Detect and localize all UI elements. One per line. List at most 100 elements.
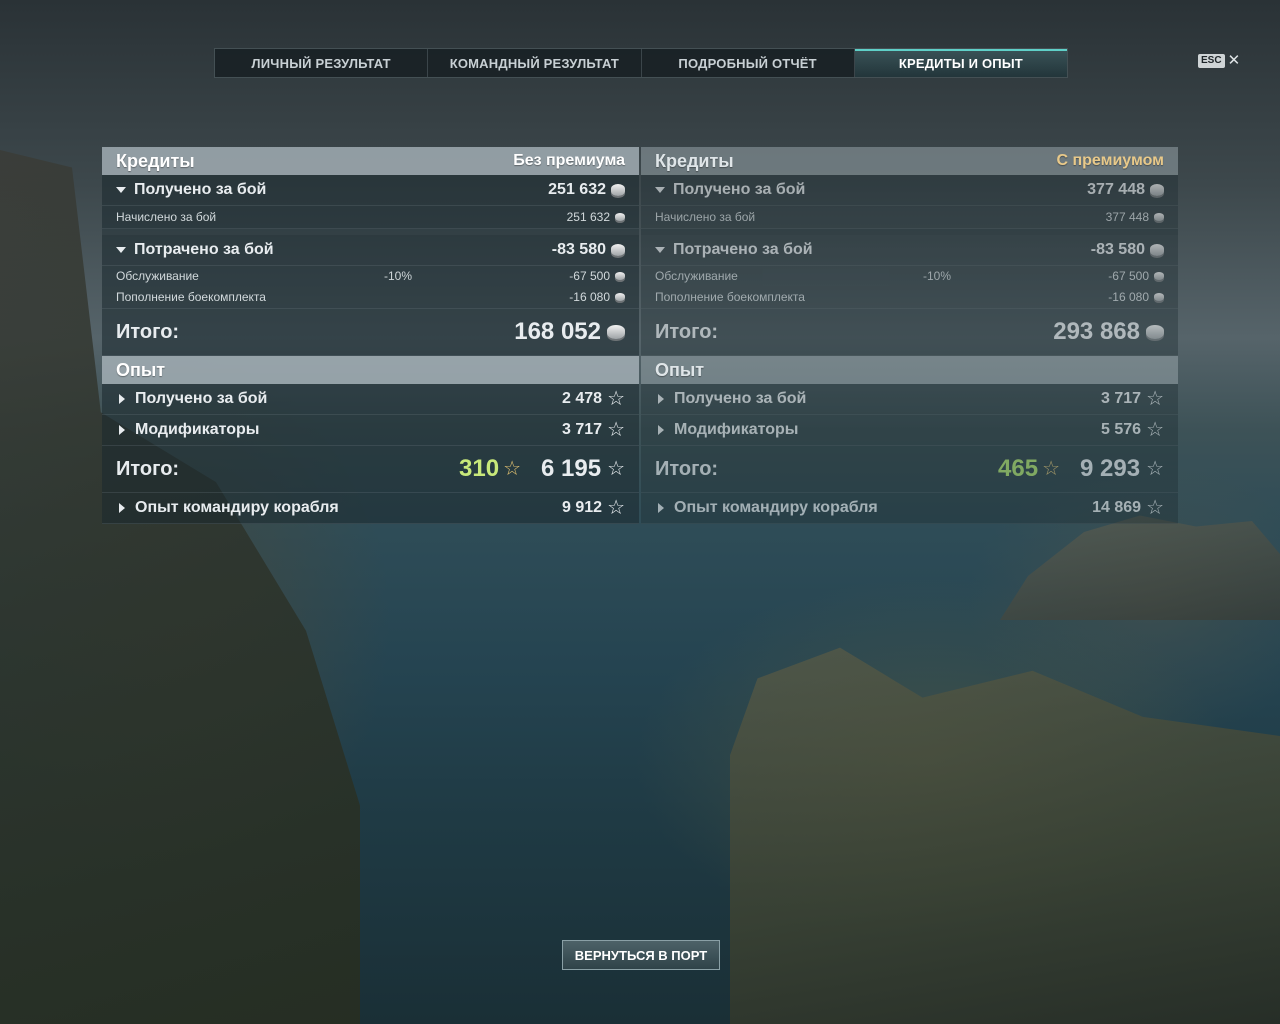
close-button[interactable]: ESC ✕: [1198, 52, 1241, 69]
credits-spent-value: -83 580: [551, 241, 606, 258]
background-rock-far: [1000, 515, 1280, 620]
tab-credits-and-xp[interactable]: КРЕДИТЫ И ОПЫТ: [854, 49, 1067, 77]
credits-total-label: Итого:: [116, 320, 180, 343]
credits-header: Кредиты Без премиума: [102, 147, 639, 175]
triangle-down-icon: [116, 187, 126, 193]
coin-icon: [615, 213, 625, 221]
free-xp-star-icon: ☆: [503, 458, 521, 480]
coin-icon: [611, 184, 625, 196]
coin-icon: [1150, 184, 1164, 196]
commander-xp-label: Опыт командиру корабля: [674, 499, 878, 516]
star-icon: ☆: [607, 388, 625, 410]
xp-header: Опыт: [102, 356, 639, 384]
tab-personal-result[interactable]: ЛИЧНЫЙ РЕЗУЛЬТАТ: [215, 49, 429, 77]
commander-xp-value: 14 869: [1092, 499, 1142, 516]
star-icon: ☆: [1146, 497, 1164, 519]
ammo-cost-label: Пополнение боекомплекта: [655, 290, 805, 304]
credits-spent-value: -83 580: [1090, 241, 1145, 258]
star-icon: ☆: [1146, 388, 1164, 410]
triangle-right-icon: [658, 394, 664, 404]
xp-earned-label: Получено за бой: [674, 390, 807, 407]
commander-xp-row[interactable]: Опыт командиру корабля 14 869 ☆: [641, 493, 1178, 524]
xp-modifiers-row[interactable]: Модификаторы 3 717 ☆: [102, 415, 639, 446]
xp-total-label: Итого:: [116, 457, 180, 480]
return-to-port-button[interactable]: ВЕРНУТЬСЯ В ПОРТ: [562, 940, 720, 970]
service-cost-value: -67 500: [569, 269, 610, 283]
credits-earned-row[interactable]: Получено за бой 251 632: [102, 175, 639, 206]
xp-modifiers-label: Модификаторы: [135, 421, 260, 438]
close-icon: ✕: [1227, 52, 1241, 69]
credits-total-label: Итого:: [655, 320, 719, 343]
premium-mode-label: Без премиума: [513, 152, 625, 169]
commander-xp-label: Опыт командиру корабля: [135, 499, 339, 516]
triangle-down-icon: [655, 247, 665, 253]
credits-earned-value: 377 448: [1087, 181, 1145, 198]
coin-icon: [607, 325, 625, 339]
triangle-down-icon: [116, 247, 126, 253]
free-xp-star-icon: ☆: [1042, 458, 1060, 480]
triangle-right-icon: [119, 503, 125, 513]
xp-total-row: Итого: 465 ☆ 9 293 ☆: [641, 446, 1178, 493]
ammo-cost-row: Пополнение боекомплекта -16 080: [102, 286, 639, 309]
ammo-cost-value: -16 080: [569, 290, 610, 304]
coin-icon: [1146, 325, 1164, 339]
free-xp-value: 310: [459, 455, 500, 482]
credits-total-value: 168 052: [514, 318, 601, 345]
coin-icon: [615, 293, 625, 301]
service-cost-row: Обслуживание -10% -67 500: [641, 266, 1178, 286]
credits-accrued-label: Начислено за бой: [116, 210, 217, 224]
xp-earned-row[interactable]: Получено за бой 3 717 ☆: [641, 384, 1178, 415]
xp-total-row: Итого: 310 ☆ 6 195 ☆: [102, 446, 639, 493]
service-discount: -10%: [923, 269, 952, 283]
xp-header: Опыт: [641, 356, 1178, 384]
triangle-right-icon: [119, 425, 125, 435]
star-icon: ☆: [1146, 419, 1164, 441]
credits-title: Кредиты: [655, 150, 734, 171]
xp-earned-value: 3 717: [1101, 390, 1142, 407]
credits-earned-label: Получено за бой: [134, 181, 267, 198]
credits-accrued-row: Начислено за бой 251 632: [102, 206, 639, 229]
credits-total-row: Итого: 168 052: [102, 309, 639, 356]
column-no-premium: Кредиты Без премиума Получено за бой 251…: [102, 147, 639, 524]
triangle-right-icon: [658, 425, 664, 435]
credits-title: Кредиты: [116, 150, 195, 171]
xp-title: Опыт: [116, 359, 166, 380]
coin-icon: [1154, 293, 1164, 301]
xp-total-value: 6 195: [541, 455, 602, 482]
coin-icon: [1154, 213, 1164, 221]
ammo-cost-row: Пополнение боекомплекта -16 080: [641, 286, 1178, 309]
service-cost-label: Обслуживание: [116, 269, 199, 283]
xp-modifiers-label: Модификаторы: [674, 421, 799, 438]
credits-accrued-value: 251 632: [566, 210, 610, 224]
results-tabs: ЛИЧНЫЙ РЕЗУЛЬТАТ КОМАНДНЫЙ РЕЗУЛЬТАТ ПОД…: [214, 48, 1068, 78]
xp-earned-label: Получено за бой: [135, 390, 268, 407]
premium-mode-label: С премиумом: [1056, 152, 1164, 169]
credits-spent-row[interactable]: Потрачено за бой -83 580: [641, 235, 1178, 266]
background-rock-right: [730, 647, 1280, 1024]
triangle-down-icon: [655, 187, 665, 193]
credits-total-value: 293 868: [1053, 318, 1140, 345]
coin-icon: [615, 272, 625, 280]
esc-key-badge: ESC: [1198, 54, 1225, 68]
credits-accrued-label: Начислено за бой: [655, 210, 756, 224]
xp-modifiers-row[interactable]: Модификаторы 5 576 ☆: [641, 415, 1178, 446]
triangle-right-icon: [119, 394, 125, 404]
credits-earned-row[interactable]: Получено за бой 377 448: [641, 175, 1178, 206]
tab-team-result[interactable]: КОМАНДНЫЙ РЕЗУЛЬТАТ: [428, 49, 642, 77]
xp-modifiers-value: 3 717: [562, 421, 603, 438]
credits-earned-label: Получено за бой: [673, 181, 806, 198]
commander-xp-value: 9 912: [562, 499, 603, 516]
service-cost-label: Обслуживание: [655, 269, 738, 283]
star-icon: ☆: [1146, 458, 1164, 480]
credits-earned-value: 251 632: [548, 181, 606, 198]
xp-earned-row[interactable]: Получено за бой 2 478 ☆: [102, 384, 639, 415]
free-xp-value: 465: [998, 455, 1039, 482]
commander-xp-row[interactable]: Опыт командиру корабля 9 912 ☆: [102, 493, 639, 524]
xp-total-value: 9 293: [1080, 455, 1141, 482]
coin-icon: [1154, 272, 1164, 280]
xp-title: Опыт: [655, 359, 705, 380]
credits-spent-label: Потрачено за бой: [134, 241, 274, 258]
tab-detailed-report[interactable]: ПОДРОБНЫЙ ОТЧЁТ: [642, 49, 855, 77]
ammo-cost-label: Пополнение боекомплекта: [116, 290, 266, 304]
credits-spent-row[interactable]: Потрачено за бой -83 580: [102, 235, 639, 266]
